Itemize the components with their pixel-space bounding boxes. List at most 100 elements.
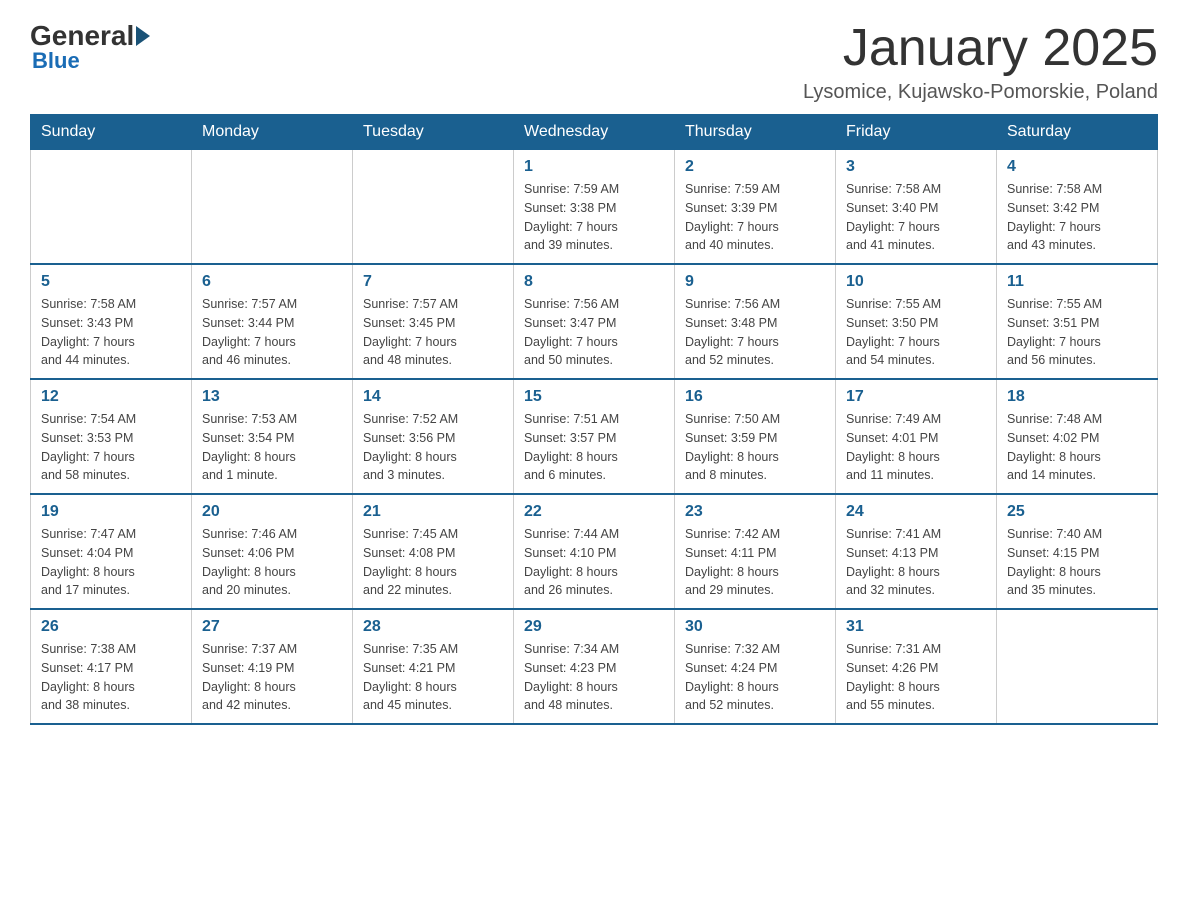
day-info: Sunrise: 7:48 AMSunset: 4:02 PMDaylight:… <box>1007 410 1147 485</box>
day-info: Sunrise: 7:37 AMSunset: 4:19 PMDaylight:… <box>202 640 342 715</box>
day-info: Sunrise: 7:58 AMSunset: 3:40 PMDaylight:… <box>846 180 986 255</box>
calendar-day-cell: 28 Sunrise: 7:35 AMSunset: 4:21 PMDayligh… <box>353 609 514 724</box>
day-number: 10 <box>846 273 986 291</box>
day-of-week-header: Wednesday <box>514 115 675 150</box>
calendar-day-cell: 23Sunrise: 7:42 AMSunset: 4:11 PMDayligh… <box>675 494 836 609</box>
day-number: 29 <box>524 618 664 636</box>
day-info: Sunrise: 7:51 AMSunset: 3:57 PMDaylight:… <box>524 410 664 485</box>
day-of-week-header: Sunday <box>31 115 192 150</box>
calendar-day-cell: 21 Sunrise: 7:45 AMSunset: 4:08 PMDayligh… <box>353 494 514 609</box>
day-of-week-header: Thursday <box>675 115 836 150</box>
day-info: Sunrise: 7:58 AMSunset: 3:43 PMDaylight:… <box>41 295 181 370</box>
page-header: General Blue January 2025 Lysomice, Kuja… <box>30 20 1158 104</box>
calendar-body: 1Sunrise: 7:59 AMSunset: 3:38 PMDaylight… <box>31 150 1158 725</box>
day-info: Sunrise: 7:55 AMSunset: 3:51 PMDaylight:… <box>1007 295 1147 370</box>
day-number: 21 <box>363 503 503 521</box>
day-of-week-header: Saturday <box>997 115 1158 150</box>
calendar-day-cell: 31Sunrise: 7:31 AMSunset: 4:26 PMDayligh… <box>836 609 997 724</box>
day-number: 16 <box>685 388 825 406</box>
day-number: 4 <box>1007 158 1147 176</box>
day-info: Sunrise: 7:45 AMSunset: 4:08 PMDaylight:… <box>363 525 503 600</box>
day-info: Sunrise: 7:46 AMSunset: 4:06 PMDaylight:… <box>202 525 342 600</box>
day-info: Sunrise: 7:47 AMSunset: 4:04 PMDaylight:… <box>41 525 181 600</box>
day-info: Sunrise: 7:38 AMSunset: 4:17 PMDaylight:… <box>41 640 181 715</box>
day-number: 20 <box>202 503 342 521</box>
day-of-week-header: Monday <box>192 115 353 150</box>
calendar-week-row: 19 Sunrise: 7:47 AMSunset: 4:04 PMDayligh… <box>31 494 1158 609</box>
title-section: January 2025 Lysomice, Kujawsko-Pomorski… <box>803 20 1158 104</box>
day-number: 8 <box>524 273 664 291</box>
calendar-week-row: 5 Sunrise: 7:58 AMSunset: 3:43 PMDaylight… <box>31 264 1158 379</box>
day-info: Sunrise: 7:50 AMSunset: 3:59 PMDaylight:… <box>685 410 825 485</box>
logo-arrow-icon <box>136 26 150 46</box>
day-info: Sunrise: 7:57 AMSunset: 3:45 PMDaylight:… <box>363 295 503 370</box>
month-title: January 2025 <box>803 20 1158 77</box>
day-number: 18 <box>1007 388 1147 406</box>
calendar-day-cell: 2 Sunrise: 7:59 AMSunset: 3:39 PMDaylight… <box>675 150 836 265</box>
calendar-table: SundayMondayTuesdayWednesdayThursdayFrid… <box>30 114 1158 725</box>
calendar-day-cell: 12 Sunrise: 7:54 AMSunset: 3:53 PMDayligh… <box>31 379 192 494</box>
calendar-day-cell: 27 Sunrise: 7:37 AMSunset: 4:19 PMDayligh… <box>192 609 353 724</box>
calendar-day-cell: 14Sunrise: 7:52 AMSunset: 3:56 PMDayligh… <box>353 379 514 494</box>
day-info: Sunrise: 7:34 AMSunset: 4:23 PMDaylight:… <box>524 640 664 715</box>
calendar-day-cell: 1Sunrise: 7:59 AMSunset: 3:38 PMDaylight… <box>514 150 675 265</box>
location-subtitle: Lysomice, Kujawsko-Pomorskie, Poland <box>803 81 1158 104</box>
calendar-day-cell <box>192 150 353 265</box>
calendar-header: SundayMondayTuesdayWednesdayThursdayFrid… <box>31 115 1158 150</box>
calendar-day-cell: 17Sunrise: 7:49 AMSunset: 4:01 PMDayligh… <box>836 379 997 494</box>
day-number: 14 <box>363 388 503 406</box>
calendar-day-cell: 15 Sunrise: 7:51 AMSunset: 3:57 PMDayligh… <box>514 379 675 494</box>
day-info: Sunrise: 7:41 AMSunset: 4:13 PMDaylight:… <box>846 525 986 600</box>
day-header-row: SundayMondayTuesdayWednesdayThursdayFrid… <box>31 115 1158 150</box>
day-info: Sunrise: 7:53 AMSunset: 3:54 PMDaylight:… <box>202 410 342 485</box>
day-info: Sunrise: 7:58 AMSunset: 3:42 PMDaylight:… <box>1007 180 1147 255</box>
calendar-day-cell: 18 Sunrise: 7:48 AMSunset: 4:02 PMDayligh… <box>997 379 1158 494</box>
day-number: 7 <box>363 273 503 291</box>
day-number: 12 <box>41 388 181 406</box>
day-number: 2 <box>685 158 825 176</box>
calendar-day-cell: 9Sunrise: 7:56 AMSunset: 3:48 PMDaylight… <box>675 264 836 379</box>
calendar-day-cell: 22 Sunrise: 7:44 AMSunset: 4:10 PMDayligh… <box>514 494 675 609</box>
calendar-day-cell: 6Sunrise: 7:57 AMSunset: 3:44 PMDaylight… <box>192 264 353 379</box>
calendar-day-cell: 24Sunrise: 7:41 AMSunset: 4:13 PMDayligh… <box>836 494 997 609</box>
calendar-day-cell: 7 Sunrise: 7:57 AMSunset: 3:45 PMDaylight… <box>353 264 514 379</box>
calendar-day-cell: 30 Sunrise: 7:32 AMSunset: 4:24 PMDayligh… <box>675 609 836 724</box>
day-number: 9 <box>685 273 825 291</box>
day-number: 13 <box>202 388 342 406</box>
day-number: 19 <box>41 503 181 521</box>
calendar-day-cell: 4 Sunrise: 7:58 AMSunset: 3:42 PMDaylight… <box>997 150 1158 265</box>
calendar-day-cell: 13 Sunrise: 7:53 AMSunset: 3:54 PMDayligh… <box>192 379 353 494</box>
day-info: Sunrise: 7:35 AMSunset: 4:21 PMDaylight:… <box>363 640 503 715</box>
day-number: 5 <box>41 273 181 291</box>
calendar-day-cell: 25Sunrise: 7:40 AMSunset: 4:15 PMDayligh… <box>997 494 1158 609</box>
logo-blue-text: Blue <box>32 48 80 74</box>
calendar-day-cell: 19 Sunrise: 7:47 AMSunset: 4:04 PMDayligh… <box>31 494 192 609</box>
calendar-week-row: 1Sunrise: 7:59 AMSunset: 3:38 PMDaylight… <box>31 150 1158 265</box>
day-info: Sunrise: 7:32 AMSunset: 4:24 PMDaylight:… <box>685 640 825 715</box>
day-number: 28 <box>363 618 503 636</box>
calendar-day-cell: 20 Sunrise: 7:46 AMSunset: 4:06 PMDayligh… <box>192 494 353 609</box>
day-number: 22 <box>524 503 664 521</box>
calendar-week-row: 26Sunrise: 7:38 AMSunset: 4:17 PMDayligh… <box>31 609 1158 724</box>
day-info: Sunrise: 7:54 AMSunset: 3:53 PMDaylight:… <box>41 410 181 485</box>
calendar-day-cell: 16 Sunrise: 7:50 AMSunset: 3:59 PMDayligh… <box>675 379 836 494</box>
calendar-day-cell: 5 Sunrise: 7:58 AMSunset: 3:43 PMDaylight… <box>31 264 192 379</box>
day-number: 15 <box>524 388 664 406</box>
day-info: Sunrise: 7:55 AMSunset: 3:50 PMDaylight:… <box>846 295 986 370</box>
day-number: 6 <box>202 273 342 291</box>
day-number: 27 <box>202 618 342 636</box>
day-number: 31 <box>846 618 986 636</box>
day-number: 25 <box>1007 503 1147 521</box>
day-number: 30 <box>685 618 825 636</box>
calendar-day-cell <box>31 150 192 265</box>
calendar-day-cell: 8Sunrise: 7:56 AMSunset: 3:47 PMDaylight… <box>514 264 675 379</box>
day-info: Sunrise: 7:59 AMSunset: 3:39 PMDaylight:… <box>685 180 825 255</box>
calendar-day-cell: 3Sunrise: 7:58 AMSunset: 3:40 PMDaylight… <box>836 150 997 265</box>
day-number: 11 <box>1007 273 1147 291</box>
day-info: Sunrise: 7:44 AMSunset: 4:10 PMDaylight:… <box>524 525 664 600</box>
day-of-week-header: Tuesday <box>353 115 514 150</box>
calendar-day-cell <box>353 150 514 265</box>
day-of-week-header: Friday <box>836 115 997 150</box>
day-number: 17 <box>846 388 986 406</box>
calendar-day-cell: 26Sunrise: 7:38 AMSunset: 4:17 PMDayligh… <box>31 609 192 724</box>
